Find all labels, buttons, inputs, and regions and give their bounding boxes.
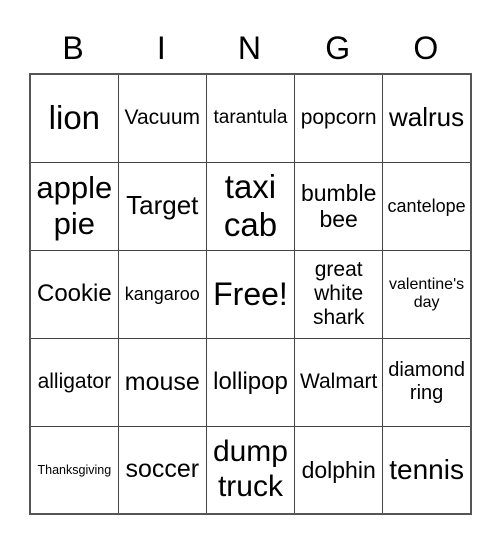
bingo-cell-n5[interactable]: dump truck [205,425,296,515]
header-letter-o: O [413,30,439,66]
bingo-row: alligator mouse lollipop Walmart diamond rin… [29,337,472,427]
bingo-cell-i4[interactable]: mouse [117,337,207,427]
bingo-cell-n3[interactable]: Free! [205,249,296,339]
bingo-cell-g1[interactable]: popcorn [294,73,384,163]
header-letter-g: G [325,30,351,66]
bingo-cell-i2[interactable]: Target [117,161,207,251]
bingo-card-grid: lion Vacuum tarantula popcorn walrus apple pi… [29,73,472,515]
bingo-cell-i5[interactable]: soccer [117,425,207,515]
header-letter-b: B [62,30,84,66]
bingo-row: Thanksgiving soccer dump truck dolphin tenni… [29,425,472,515]
header-letter-n: N [237,30,262,66]
bingo-cell-n2[interactable]: taxi cab [205,161,296,251]
bingo-cell-g3[interactable]: great white shark [294,249,384,339]
bingo-cell-o3[interactable]: valentine's day [382,249,472,339]
bingo-cell-o5[interactable]: tennis [382,425,472,515]
bingo-cell-n1[interactable]: tarantula [205,73,296,163]
bingo-cell-g4[interactable]: Walmart [294,337,384,427]
bingo-cell-o2[interactable]: cantelope [382,161,472,251]
bingo-row: Cookie kangaroo Free! great white shark vale… [29,249,472,339]
bingo-cell-b3[interactable]: Cookie [29,249,119,339]
bingo-row: apple pie Target taxi cab bumble bee cantelo… [29,161,472,251]
bingo-cell-g2[interactable]: bumble bee [294,161,384,251]
bingo-cell-i3[interactable]: kangaroo [117,249,207,339]
bingo-cell-g5[interactable]: dolphin [294,425,384,515]
bingo-cell-n4[interactable]: lollipop [205,337,296,427]
bingo-cell-i1[interactable]: Vacuum [117,73,207,163]
bingo-header: B I N G O [29,26,470,70]
bingo-cell-o1[interactable]: walrus [382,73,472,163]
bingo-cell-b2[interactable]: apple pie [29,161,119,251]
bingo-cell-b4[interactable]: alligator [29,337,119,427]
bingo-cell-b5[interactable]: Thanksgiving [29,425,119,515]
bingo-cell-o4[interactable]: diamond ring [382,337,472,427]
bingo-cell-b1[interactable]: lion [29,73,119,163]
bingo-row: lion Vacuum tarantula popcorn walrus [29,73,472,163]
header-letter-i: I [156,30,166,66]
